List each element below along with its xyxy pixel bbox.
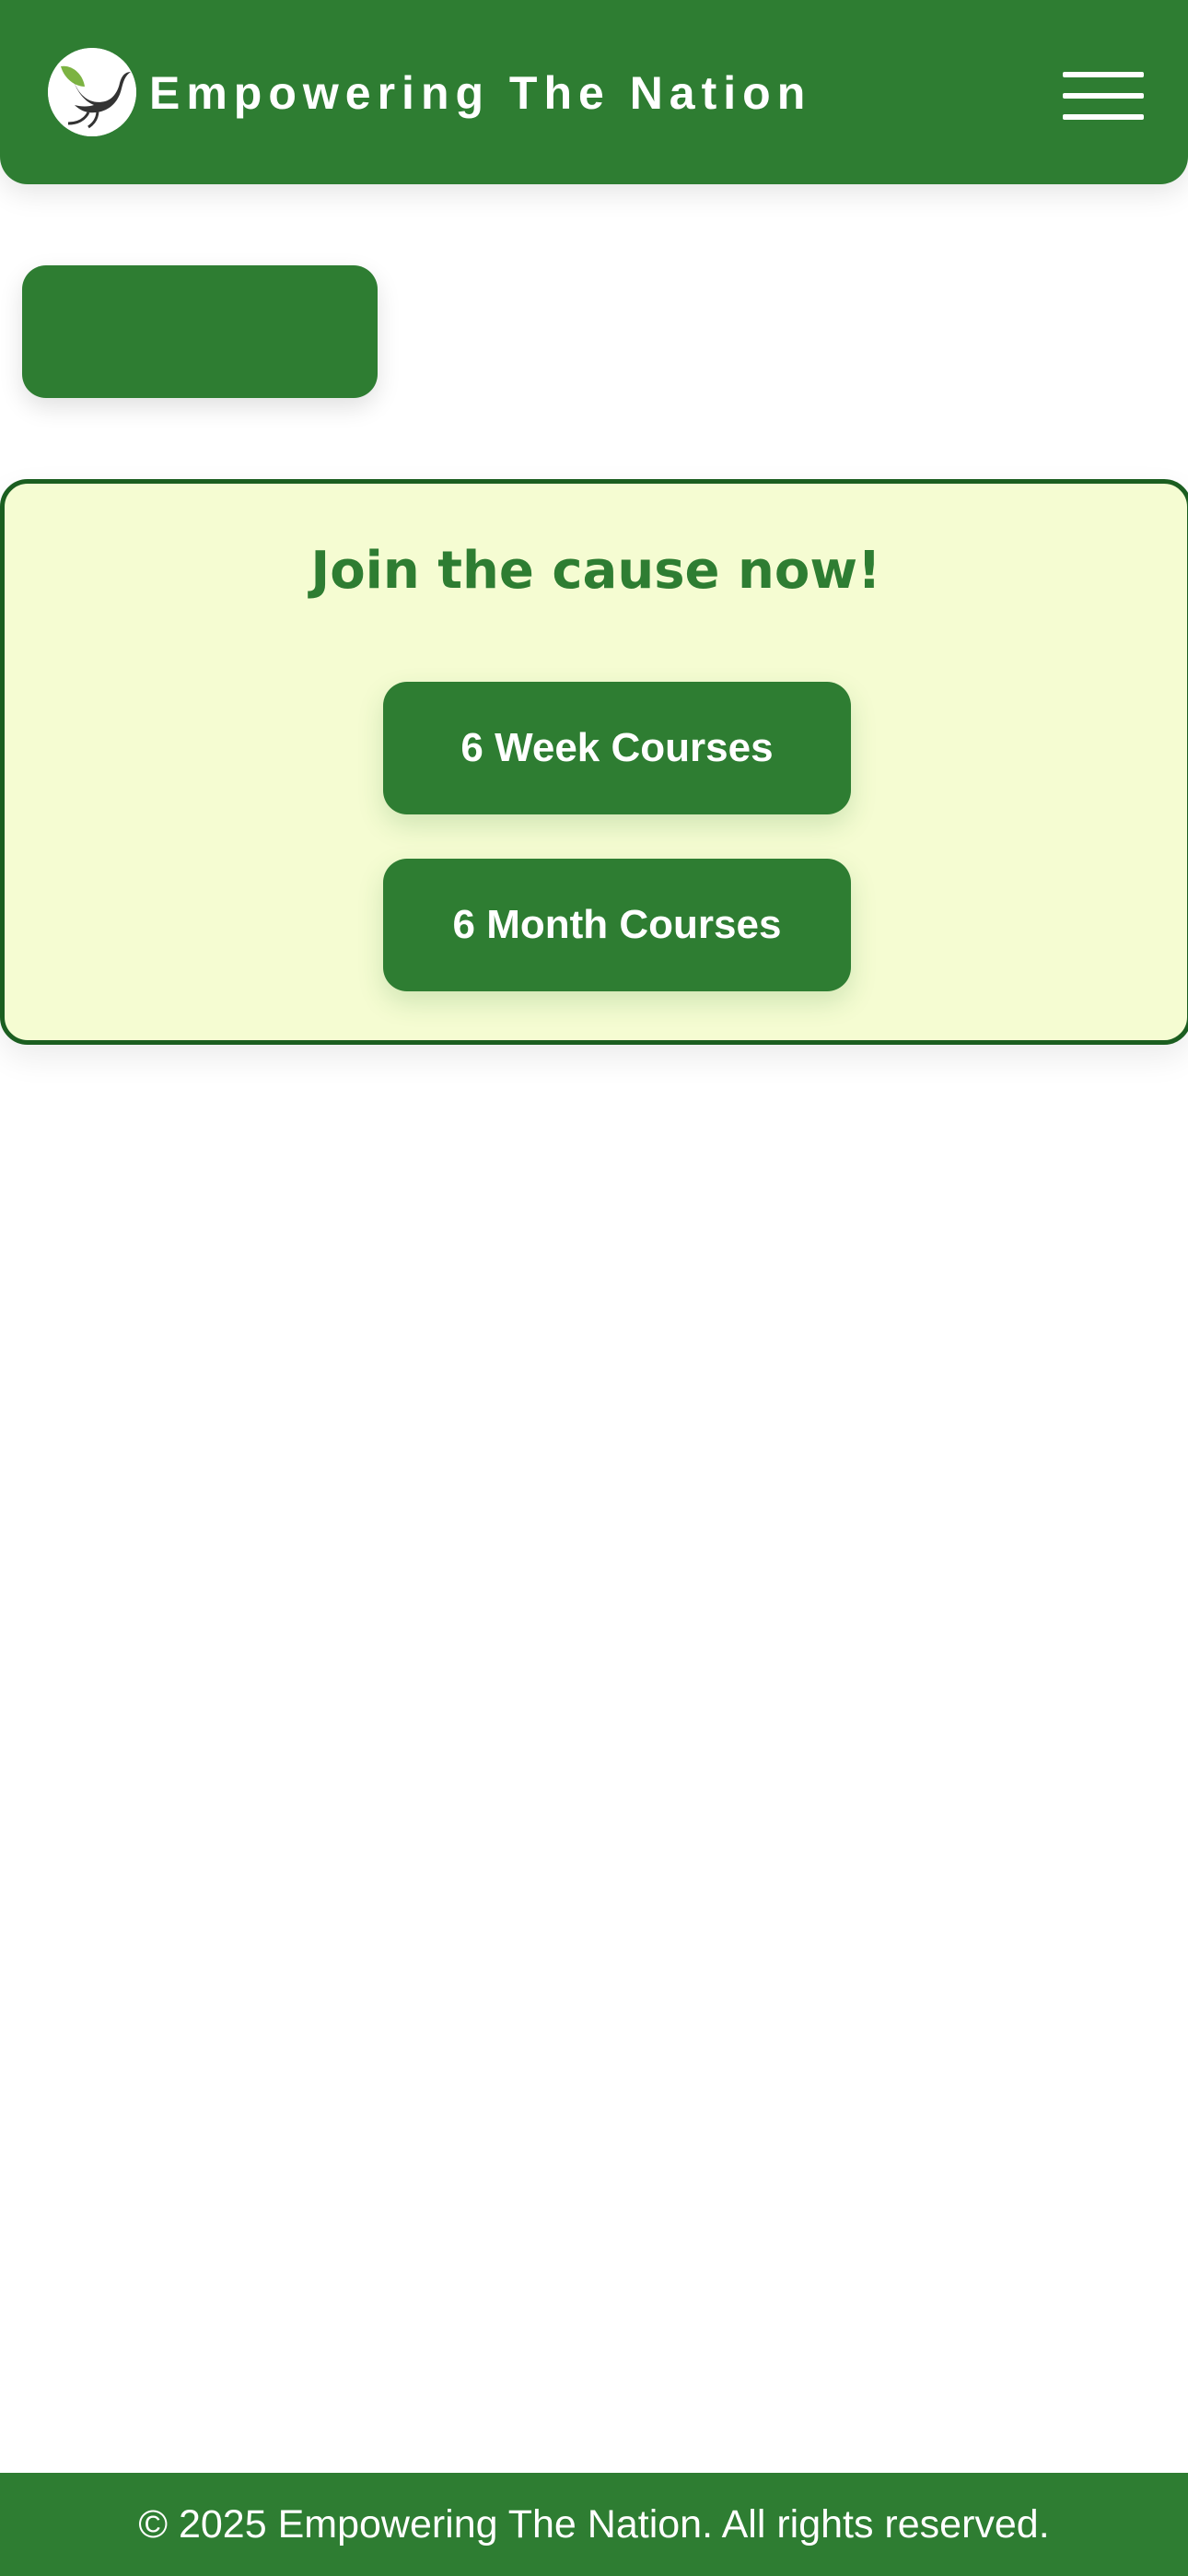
- join-cause-card: Join the cause now! 6 Week Courses 6 Mon…: [0, 479, 1188, 1045]
- six-month-courses-button[interactable]: 6 Month Courses: [383, 859, 851, 991]
- site-header: Empowering The Nation: [0, 0, 1188, 184]
- menu-line: [1063, 72, 1144, 77]
- six-week-courses-button[interactable]: 6 Week Courses: [383, 682, 851, 814]
- back-button[interactable]: [22, 265, 378, 632]
- dove-leaf-logo-icon[interactable]: [48, 48, 136, 136]
- menu-line: [1063, 114, 1144, 120]
- site-footer: © 2025 Empowering The Nation. All rights…: [0, 2473, 1188, 2576]
- copyright-text: © 2025 Empowering The Nation. All rights…: [138, 2502, 1050, 2547]
- hamburger-menu-icon[interactable]: [1059, 64, 1147, 129]
- menu-line: [1063, 93, 1144, 99]
- card-title: Join the cause now!: [310, 541, 881, 601]
- brand-title: Empowering The Nation: [149, 67, 812, 119]
